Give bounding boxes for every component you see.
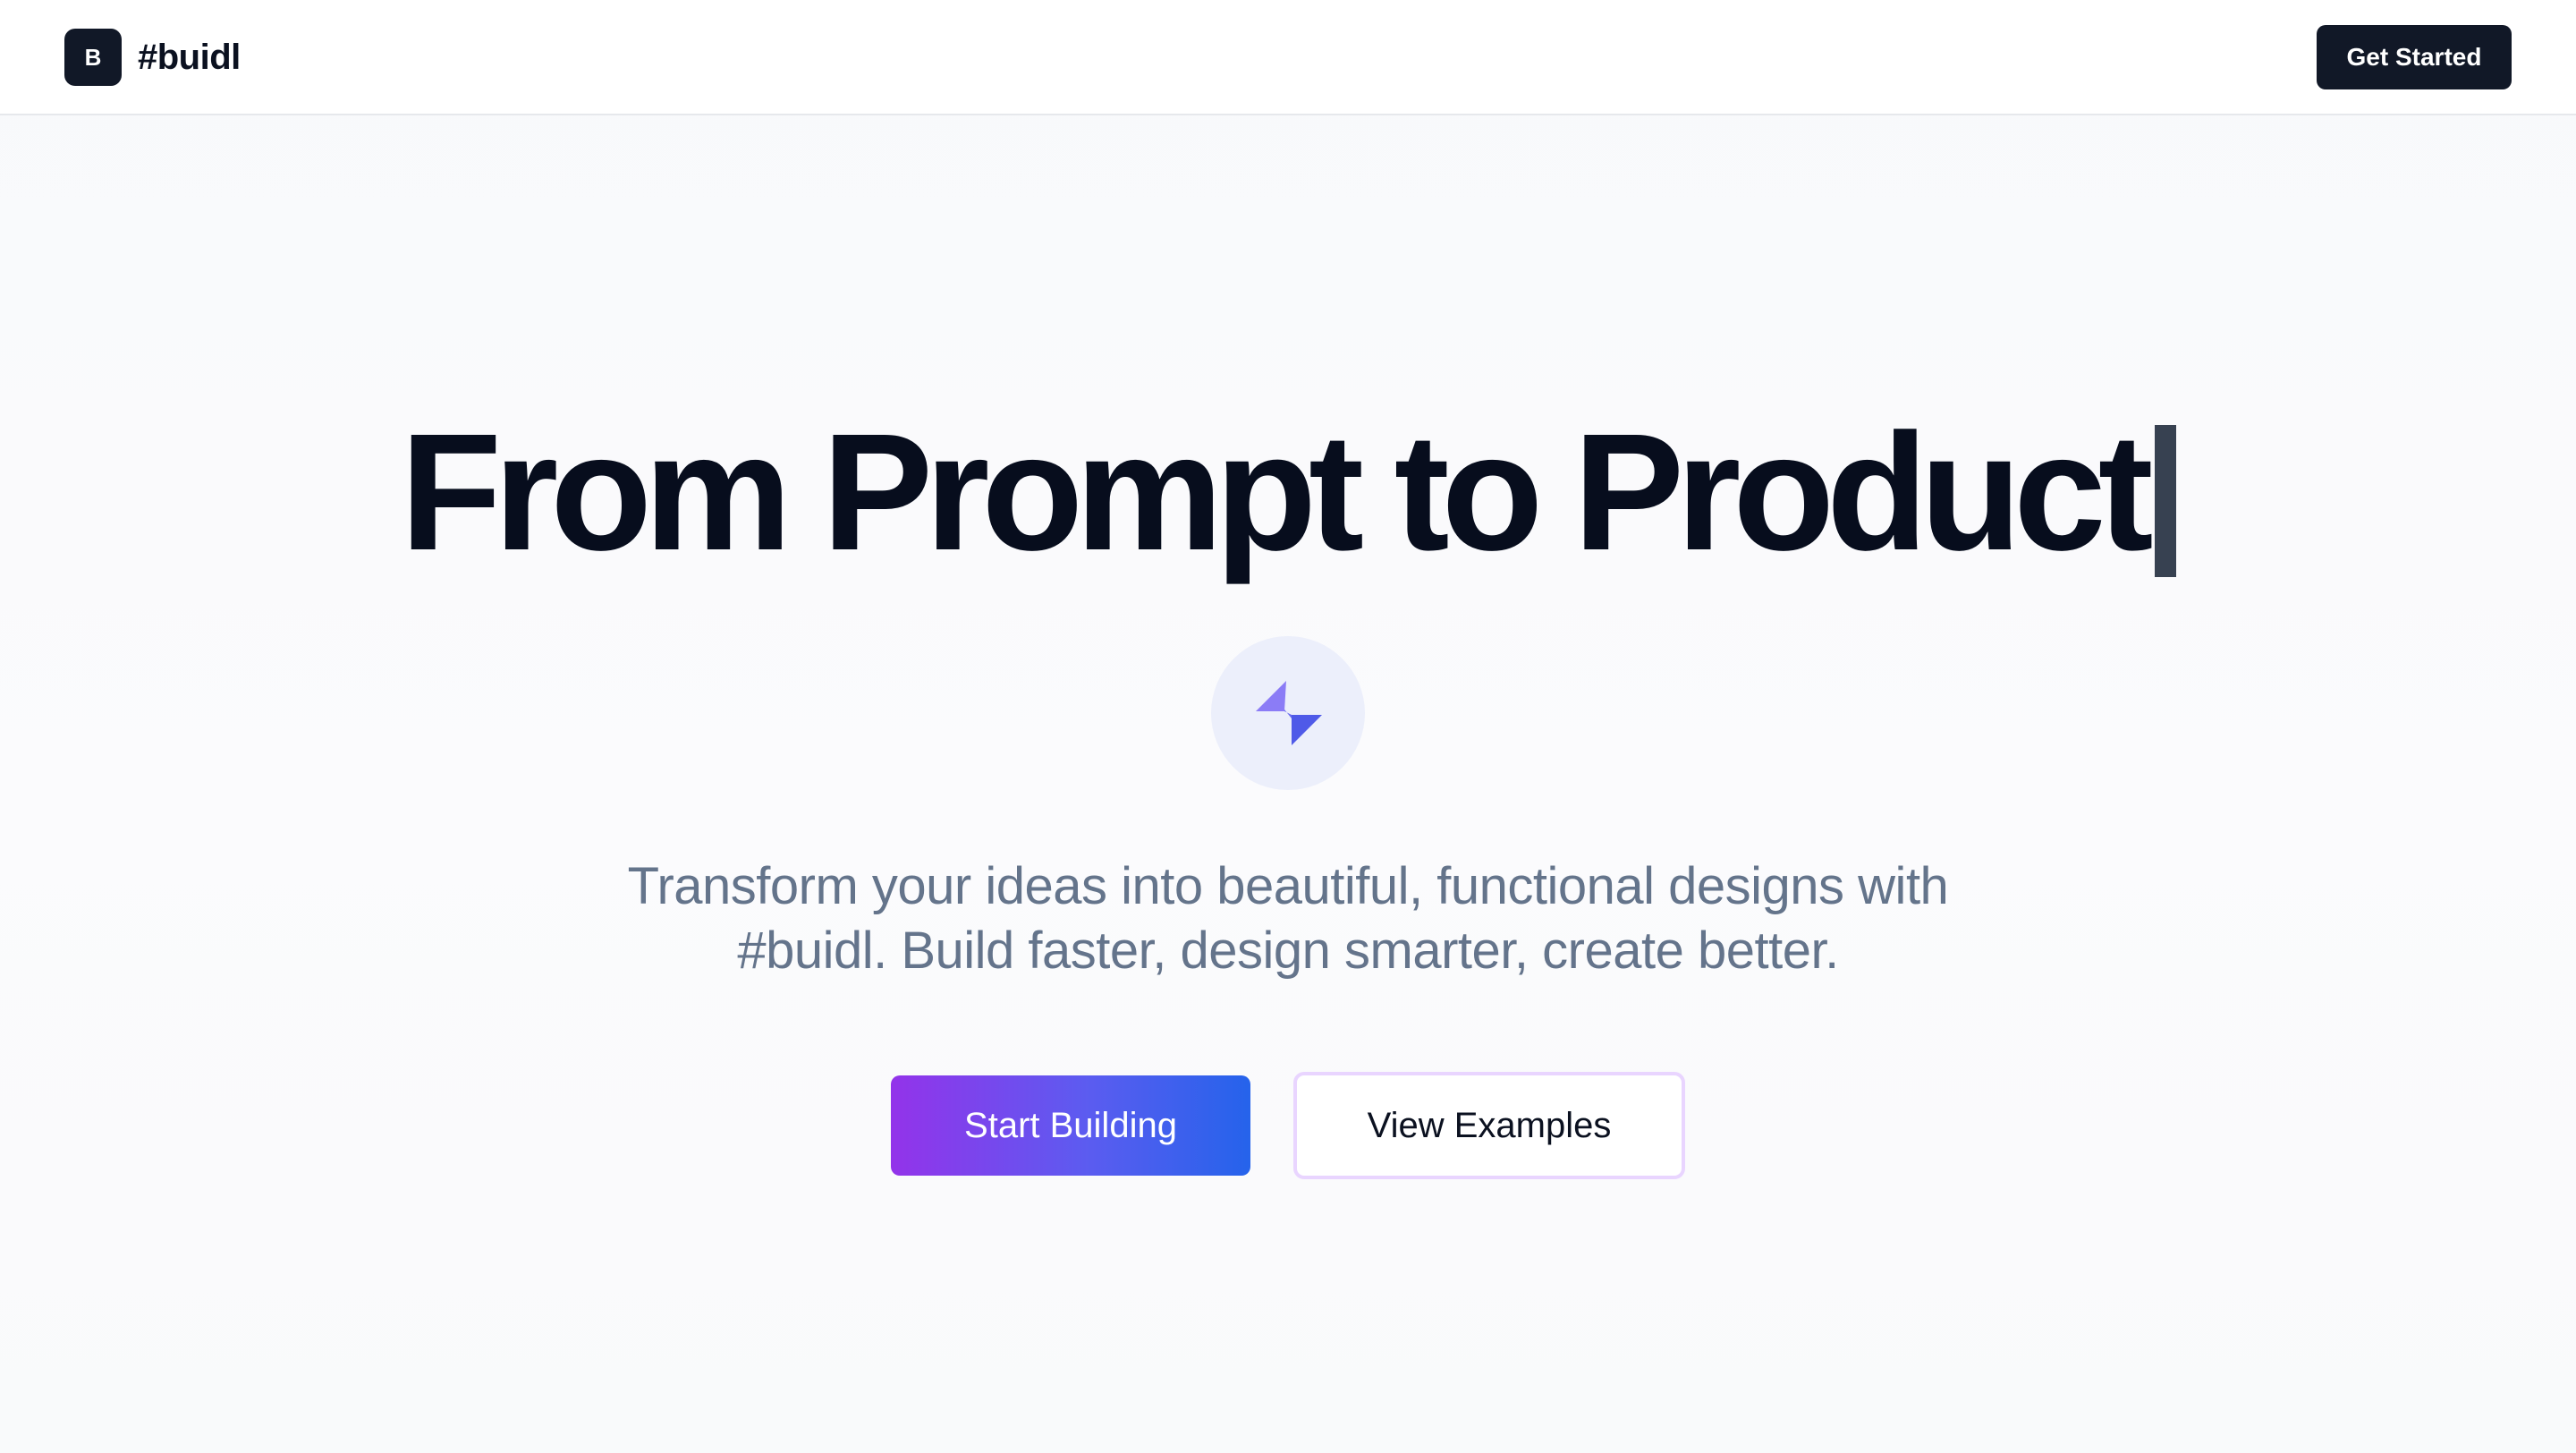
hero-title-text: From Prompt to Product <box>400 399 2153 585</box>
lightning-bolt-icon-badge <box>1211 636 1365 790</box>
hero-subtitle: Transform your ideas into beautiful, fun… <box>483 854 2093 983</box>
brand-name: #buidl <box>138 37 241 77</box>
lightning-bolt-icon <box>1256 681 1322 745</box>
get-started-button[interactable]: Get Started <box>2317 25 2512 89</box>
top-nav: B #buidl Get Started <box>0 0 2576 115</box>
hero-subtitle-line-1: Transform your ideas into beautiful, fun… <box>627 857 1949 915</box>
typing-cursor <box>2154 425 2176 577</box>
hero-subtitle-line-2: #buidl. Build faster, design smarter, cr… <box>737 922 1839 980</box>
view-examples-button[interactable]: View Examples <box>1293 1072 1685 1179</box>
logo-mark: B <box>64 29 122 86</box>
hero-title: From Prompt to Product <box>0 394 2576 591</box>
brand-logo-link[interactable]: B #buidl <box>64 29 241 86</box>
start-building-button[interactable]: Start Building <box>891 1075 1250 1176</box>
landing-page: B #buidl Get Started From Prompt to Prod… <box>0 0 2576 1453</box>
